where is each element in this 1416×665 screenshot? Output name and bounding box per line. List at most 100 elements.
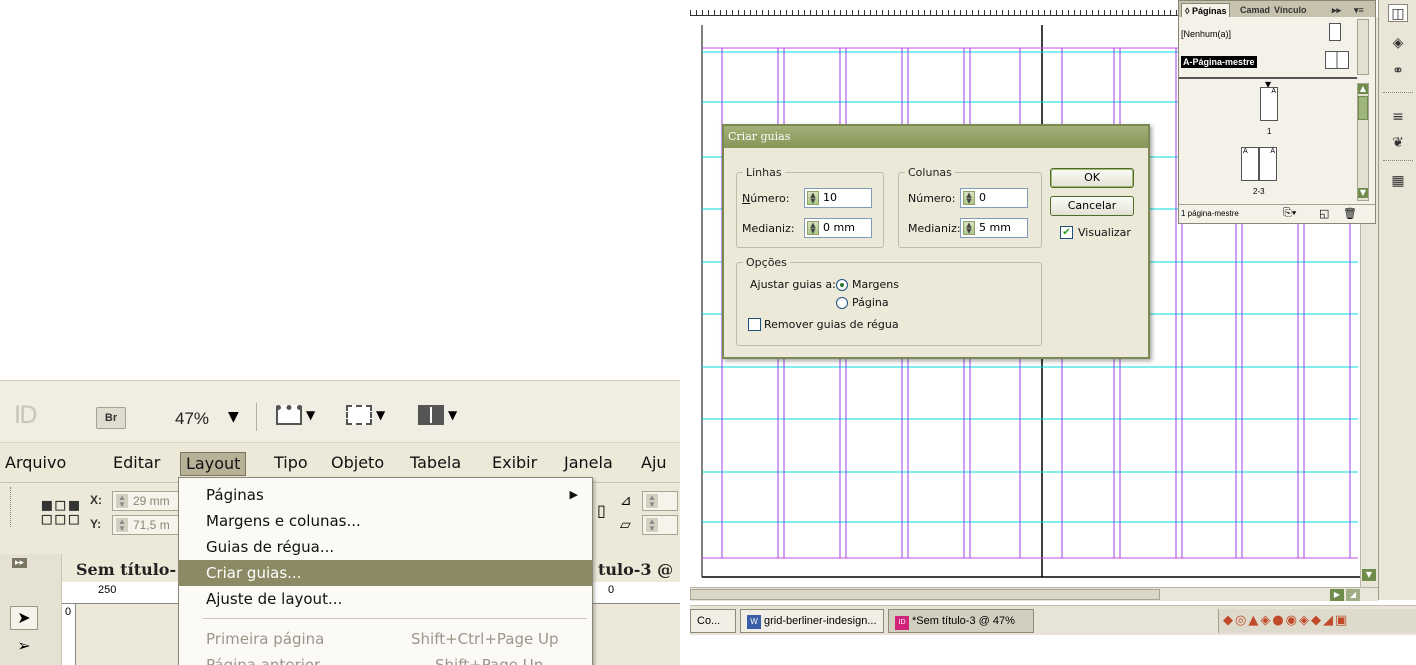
none-master-label[interactable]: [Nenhum(a)] (1181, 29, 1231, 39)
collapse-icon[interactable]: ▸▸ (12, 558, 28, 568)
none-master-thumb[interactable] (1329, 23, 1341, 41)
pages-icon[interactable]: ◫ (1388, 4, 1408, 22)
menu-item-margens-colunas[interactable]: Margens e colunas... (179, 508, 592, 534)
scroll-corner-icon[interactable]: ◢ (1346, 589, 1360, 601)
rows-gutter-input[interactable]: ▲ ▼ 0 mm (804, 218, 872, 238)
document-tab-right[interactable]: tulo-3 @ (598, 560, 673, 579)
panel-tabs: ◊ Páginas Camad Vínculo ▸▸ ▾≡ (1179, 1, 1375, 17)
menu-exibir[interactable]: Exibir (487, 452, 542, 476)
menu-arquivo[interactable]: Arquivo (0, 452, 71, 476)
rows-number-input[interactable]: ▲ ▼ 10 (804, 188, 872, 208)
y-field[interactable]: ▲ ▼ 71,5 m (112, 515, 182, 535)
x-field[interactable]: ▲ ▼ 29 mm (112, 491, 182, 511)
rows-gutter-label: Medianiz: (742, 222, 795, 235)
layers-icon[interactable]: ◈ (1388, 34, 1408, 52)
chevron-down-icon: ▼ (376, 408, 386, 422)
horizontal-scrollbar[interactable]: ▶ ◢ (690, 587, 1378, 601)
menu-objeto[interactable]: Objeto (326, 452, 389, 476)
create-guides-dialog: Criar guias Linhas Número: ▲ ▼ 10 Medianiz… (722, 124, 1150, 359)
remove-guides-label: Remover guias de régua (764, 318, 899, 331)
screen-mode-button[interactable]: ▼ (346, 405, 385, 429)
document-tab-left[interactable]: Sem título- (76, 560, 176, 579)
menu-tabela[interactable]: Tabela (405, 452, 466, 476)
tab-camadas[interactable]: Camad (1237, 3, 1273, 17)
bridge-button[interactable]: Br (96, 407, 126, 429)
new-page-icon[interactable]: ◱ (1319, 207, 1329, 220)
arrange-documents-button[interactable]: ▼ (418, 405, 457, 429)
direct-selection-tool-icon[interactable]: ➢ (10, 634, 38, 658)
page-3-thumb[interactable]: A (1259, 147, 1277, 181)
masters-scrollbar[interactable] (1357, 19, 1369, 75)
scrollbar-thumb[interactable] (1358, 96, 1368, 120)
taskbar-item-grid-berliner[interactable]: Wgrid-berliner-indesign... (740, 609, 884, 633)
tray-icons[interactable]: ◆◎▲◈●◉◈◆◢▣ (1223, 613, 1349, 628)
columns-gutter-input[interactable]: ▲ ▼ 5 mm (960, 218, 1028, 238)
master-spread-thumb[interactable] (1325, 51, 1349, 69)
panel-expand-icon[interactable]: ▸▸ (1329, 3, 1344, 17)
constrain-icon[interactable]: ▯ (597, 501, 606, 520)
chevron-down-icon[interactable]: ▼ (228, 409, 239, 425)
stepper-icon[interactable]: ▲ ▼ (116, 518, 128, 533)
menu-item-ajuste-layout[interactable]: Ajuste de layout... (179, 586, 592, 612)
cancel-button[interactable]: Cancelar (1050, 196, 1134, 216)
columns-group-label: Colunas (908, 166, 952, 179)
page-1-thumb[interactable]: A (1260, 87, 1278, 121)
scroll-up-icon[interactable]: ▲ (1358, 84, 1368, 94)
taskbar-item-co[interactable]: Co... (690, 609, 736, 633)
zoom-level[interactable]: 47% (175, 409, 209, 429)
scrollbar-thumb[interactable] (690, 589, 1160, 600)
remove-guides-checkbox[interactable] (748, 318, 761, 331)
tab-vinculos[interactable]: Vínculo (1271, 3, 1310, 17)
swatches-icon[interactable]: ❦ (1388, 134, 1408, 152)
stepper-icon[interactable]: ▲ ▼ (807, 191, 819, 205)
rotate-field[interactable]: ▲ ▼ (642, 491, 678, 511)
page-size-icon[interactable]: ⎘▾ (1283, 207, 1296, 220)
stepper-icon[interactable]: ▲ ▼ (807, 221, 819, 235)
menu-layout[interactable]: Layout (180, 452, 247, 476)
fit-margins-radio[interactable] (836, 279, 848, 291)
table-icon[interactable]: ▦ (1388, 172, 1408, 190)
preview-checkbox[interactable]: ✔ (1060, 226, 1073, 239)
rotate-icon: ⊿ (620, 493, 632, 509)
menu-janela[interactable]: Janela (559, 452, 618, 476)
menu-item-guias-regua[interactable]: Guias de régua... (179, 534, 592, 560)
dialog-title[interactable]: Criar guias (724, 126, 1148, 148)
menu-item-primeira-pagina: Primeira página Shift+Ctrl+Page Up (179, 626, 592, 652)
scroll-down-icon[interactable]: ▼ (1362, 569, 1376, 581)
tab-paginas[interactable]: ◊ Páginas (1181, 3, 1231, 17)
panel-menu-icon[interactable]: ▾≡ (1351, 3, 1367, 17)
stepper-icon[interactable]: ▲ ▼ (646, 494, 658, 509)
view-options-button[interactable]: ▼ (276, 405, 315, 429)
stepper-icon[interactable]: ▲ ▼ (963, 191, 975, 205)
taskbar-item-sem-titulo[interactable]: ID *Sem título-3 @ 47% (888, 609, 1034, 633)
selection-tool-icon[interactable]: ➤ (10, 606, 38, 630)
trash-icon[interactable]: 🗑 (1343, 207, 1357, 220)
menu-item-criar-guias[interactable]: Criar guias... (179, 560, 592, 586)
columns-number-input[interactable]: ▲ ▼ 0 (960, 188, 1028, 208)
fit-page-radio[interactable] (836, 297, 848, 309)
thumb-master-marker: A (1271, 88, 1276, 95)
pages-panel-footer: 1 página-mestre ⎘▾ ◱ 🗑 (1179, 204, 1375, 223)
links-icon[interactable]: ⚭ (1388, 62, 1408, 80)
panel-grip[interactable] (10, 487, 13, 527)
scroll-right-icon[interactable]: ▶ (1330, 589, 1344, 601)
stepper-icon[interactable]: ▲ ▼ (116, 494, 128, 509)
menu-editar[interactable]: Editar (108, 452, 165, 476)
ok-button[interactable]: OK (1050, 168, 1134, 188)
menu-tipo[interactable]: Tipo (269, 452, 313, 476)
master-row[interactable]: A-Página-mestre (1181, 56, 1257, 68)
menu-ajuda[interactable]: Aju (636, 452, 672, 476)
menu-item-paginas[interactable]: Páginas ▶ (179, 482, 592, 508)
indesign-menu-screenshot: ID Br 47% ▼ ▼ ▼ ▼ Arquivo Editar Layout … (0, 380, 680, 665)
pages-scrollbar[interactable]: ▲ ▼ (1357, 83, 1369, 201)
menu-item-shortcut: Shift+Page Up (435, 656, 544, 665)
page-2-thumb[interactable]: A (1241, 147, 1259, 181)
stepper-icon[interactable]: ▲ ▼ (646, 518, 658, 533)
scroll-down-icon[interactable]: ▼ (1358, 188, 1368, 198)
pages-panel: ◊ Páginas Camad Vínculo ▸▸ ▾≡ [Nenhum(a)… (1178, 0, 1376, 224)
shear-field[interactable]: ▲ ▼ (642, 515, 678, 535)
reference-point-icon[interactable]: ▪▫▪ ▫▫▫ (40, 494, 81, 528)
stroke-icon[interactable]: ≡ (1388, 108, 1408, 126)
ruler-label-250: 250 (98, 584, 117, 596)
stepper-icon[interactable]: ▲ ▼ (963, 221, 975, 235)
